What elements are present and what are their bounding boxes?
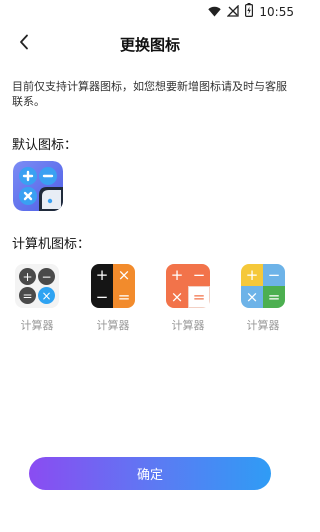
calculator-icon-option-2[interactable]: + × − = 计算器 (88, 264, 138, 333)
nav-header: 更换图标 (0, 26, 300, 62)
confirm-button[interactable]: 确定 (29, 457, 271, 490)
calculator-icon-label: 计算器 (246, 319, 280, 332)
battery-charging-icon (245, 2, 254, 21)
default-icon-section-title: 默认图标： (12, 138, 78, 153)
calculator-multicolor-icon: + − × = (241, 264, 285, 308)
status-icons: 10:55 (208, 2, 294, 21)
status-time: 10:55 (259, 4, 294, 19)
calculator-icon-option-3[interactable]: + − × = 计算器 (163, 264, 213, 333)
default-calculator-icon[interactable] (13, 161, 63, 211)
calculator-orange-white-icon: + − × = (166, 264, 210, 308)
wifi-icon (208, 2, 222, 21)
calculator-circles-icon: + − = × (15, 264, 59, 308)
signal-off-icon (226, 2, 240, 21)
calculator-icons-section-title: 计算机图标： (12, 237, 91, 252)
page-title: 更换图标 (119, 36, 180, 54)
calculator-icon-label: 计算器 (96, 319, 130, 332)
calculator-icon-option-1[interactable]: + − = × 计算器 (12, 264, 62, 333)
notice-text: 目前仅支持计算器图标，如您想要新增图标请及时与客服联系。 (12, 80, 287, 108)
calculator-icon-label: 计算器 (20, 319, 54, 332)
status-bar: 10:55 (0, 0, 300, 22)
calculator-black-orange-icon: + × − = (91, 264, 135, 308)
calculator-icon-label: 计算器 (171, 319, 205, 332)
calculator-icon-option-4[interactable]: + − × = 计算器 (238, 264, 288, 333)
